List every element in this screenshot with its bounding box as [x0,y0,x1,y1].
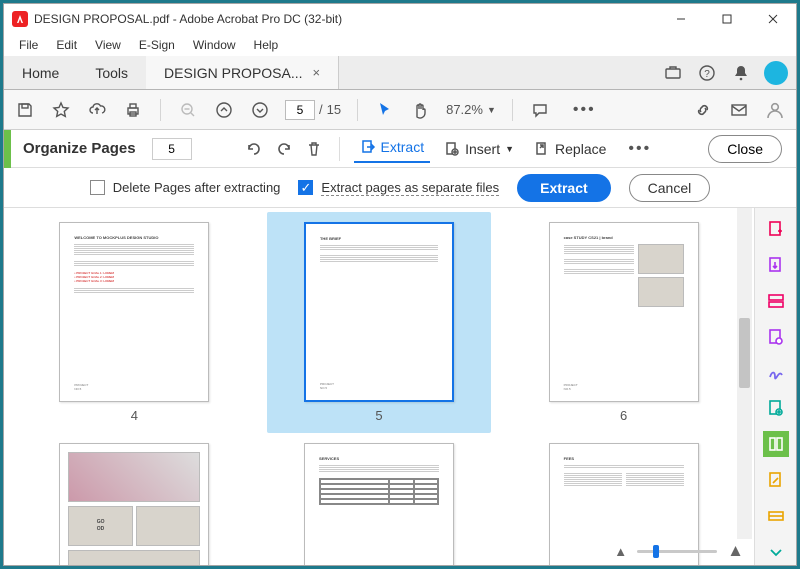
page-number-input[interactable] [285,100,315,120]
insert-dropdown[interactable]: Insert ▼ [438,137,520,161]
organize-title: Organize Pages [23,140,136,157]
page-total: 15 [327,102,341,117]
more-tools-icon[interactable] [763,539,789,565]
account-icon[interactable] [764,99,786,121]
link-icon[interactable] [692,99,714,121]
thumb-label: 6 [620,408,627,423]
separate-files-checkbox[interactable]: ✓ Extract pages as separate files [298,180,499,196]
panel-accent [4,130,11,168]
cancel-button[interactable]: Cancel [629,174,711,202]
sync-icon[interactable] [662,62,684,84]
zoom-dropdown[interactable]: 87.2% ▼ [446,102,496,117]
menu-help[interactable]: Help [245,36,288,54]
page-thumb-8[interactable]: SERVICES [277,443,482,565]
bell-icon[interactable] [730,62,752,84]
thumb-label: 4 [131,408,138,423]
tab-document-label: DESIGN PROPOSA... [164,65,302,81]
combine-icon[interactable] [763,396,789,422]
delete-after-checkbox[interactable]: Delete Pages after extracting [90,180,281,195]
comment-icon[interactable] [529,99,551,121]
close-tab-icon[interactable]: × [313,65,321,80]
replace-button[interactable]: Replace [528,137,612,161]
thumbnail-zoom: ▲ ▲ [614,541,744,561]
zoom-small-icon[interactable]: ▲ [614,544,627,559]
window-title: DESIGN PROPOSAL.pdf - Adobe Acrobat Pro … [34,12,658,26]
page-sep: / [319,102,323,117]
tabbar: Home Tools DESIGN PROPOSA... × ? [4,56,796,90]
menu-esign[interactable]: E-Sign [130,36,184,54]
page-up-icon[interactable] [213,99,235,121]
main-toolbar: / 15 87.2% ▼ ••• [4,90,796,130]
comment-tool-icon[interactable] [763,324,789,350]
zoom-slider[interactable] [637,550,717,553]
mail-icon[interactable] [728,99,750,121]
redact-icon[interactable] [763,503,789,529]
close-panel-button[interactable]: Close [708,135,782,163]
pointer-icon[interactable] [374,99,396,121]
hand-icon[interactable] [410,99,432,121]
menubar: File Edit View E-Sign Window Help [4,34,796,56]
thumb-label: 5 [375,408,382,423]
avatar[interactable] [764,61,788,85]
edit-pdf-icon[interactable] [763,288,789,314]
extract-options: Delete Pages after extracting ✓ Extract … [4,168,796,208]
star-icon[interactable] [50,99,72,121]
menu-view[interactable]: View [86,36,130,54]
extract-button[interactable]: Extract [517,174,610,202]
organize-page-input[interactable] [152,138,192,160]
chevron-down-icon: ▼ [487,105,496,115]
insert-label: Insert [465,141,500,157]
more-icon[interactable]: ••• [565,101,604,119]
chevron-down-icon: ▼ [505,144,514,154]
page-thumb-7[interactable]: GOOD JOE? [32,443,237,565]
create-pdf-icon[interactable] [763,216,789,242]
app-window: DESIGN PROPOSAL.pdf - Adobe Acrobat Pro … [3,3,797,566]
page-thumb-4[interactable]: WELCOME TO MOCKPLUS DESIGN STUDIO • PROJ… [32,222,237,423]
svg-text:?: ? [704,69,710,80]
tab-tools[interactable]: Tools [77,56,146,89]
titlebar: DESIGN PROPOSAL.pdf - Adobe Acrobat Pro … [4,4,796,34]
rotate-right-icon[interactable] [273,138,295,160]
cloud-upload-icon[interactable] [86,99,108,121]
zoom-value: 87.2% [446,102,483,117]
zoom-out-icon[interactable] [177,99,199,121]
menu-window[interactable]: Window [184,36,245,54]
rotate-left-icon[interactable] [243,138,265,160]
page-down-icon[interactable] [249,99,271,121]
replace-label: Replace [555,141,606,157]
compress-icon[interactable] [763,467,789,493]
tab-document[interactable]: DESIGN PROPOSA... × [146,56,339,89]
save-icon[interactable] [14,99,36,121]
organize-tool-icon[interactable] [763,431,789,457]
scrollbar[interactable] [737,208,752,539]
sign-icon[interactable] [763,360,789,386]
zoom-large-icon[interactable]: ▲ [727,541,744,561]
thumbnail-pane[interactable]: WELCOME TO MOCKPLUS DESIGN STUDIO • PROJ… [4,208,754,565]
menu-file[interactable]: File [10,36,47,54]
menu-edit[interactable]: Edit [47,36,86,54]
delete-icon[interactable] [303,138,325,160]
organize-bar: Organize Pages Extract Insert ▼ Replace … [4,130,796,168]
content-area: WELCOME TO MOCKPLUS DESIGN STUDIO • PROJ… [4,208,796,565]
help-icon[interactable]: ? [696,62,718,84]
page-indicator: / 15 [285,100,341,120]
print-icon[interactable] [122,99,144,121]
organize-more-icon[interactable]: ••• [620,140,659,158]
tab-home[interactable]: Home [4,56,77,89]
separate-files-label: Extract pages as separate files [321,180,499,196]
page-thumb-6[interactable]: case STUDY CS21 | brand [521,222,726,423]
extract-tab-label: Extract [381,139,425,155]
tools-rail [754,208,796,565]
extract-tab[interactable]: Extract [354,135,431,163]
delete-after-label: Delete Pages after extracting [113,180,281,195]
close-window-button[interactable] [750,4,796,34]
page-thumb-5[interactable]: THE BRIEF PROJECTNO.5 5 [267,212,492,433]
export-pdf-icon[interactable] [763,252,789,278]
minimize-button[interactable] [658,4,704,34]
app-logo-icon [12,11,28,27]
maximize-button[interactable] [704,4,750,34]
